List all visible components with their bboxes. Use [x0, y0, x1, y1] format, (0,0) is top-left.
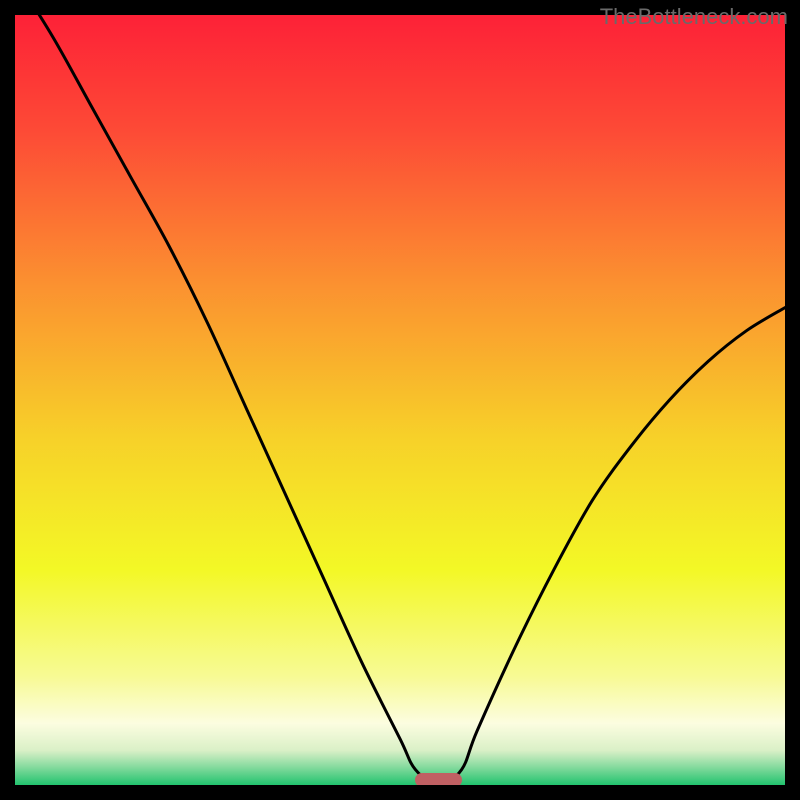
chart-svg — [15, 15, 785, 785]
attribution-text: TheBottleneck.com — [600, 4, 788, 30]
minimum-marker — [415, 773, 461, 785]
plot-area — [15, 15, 785, 785]
